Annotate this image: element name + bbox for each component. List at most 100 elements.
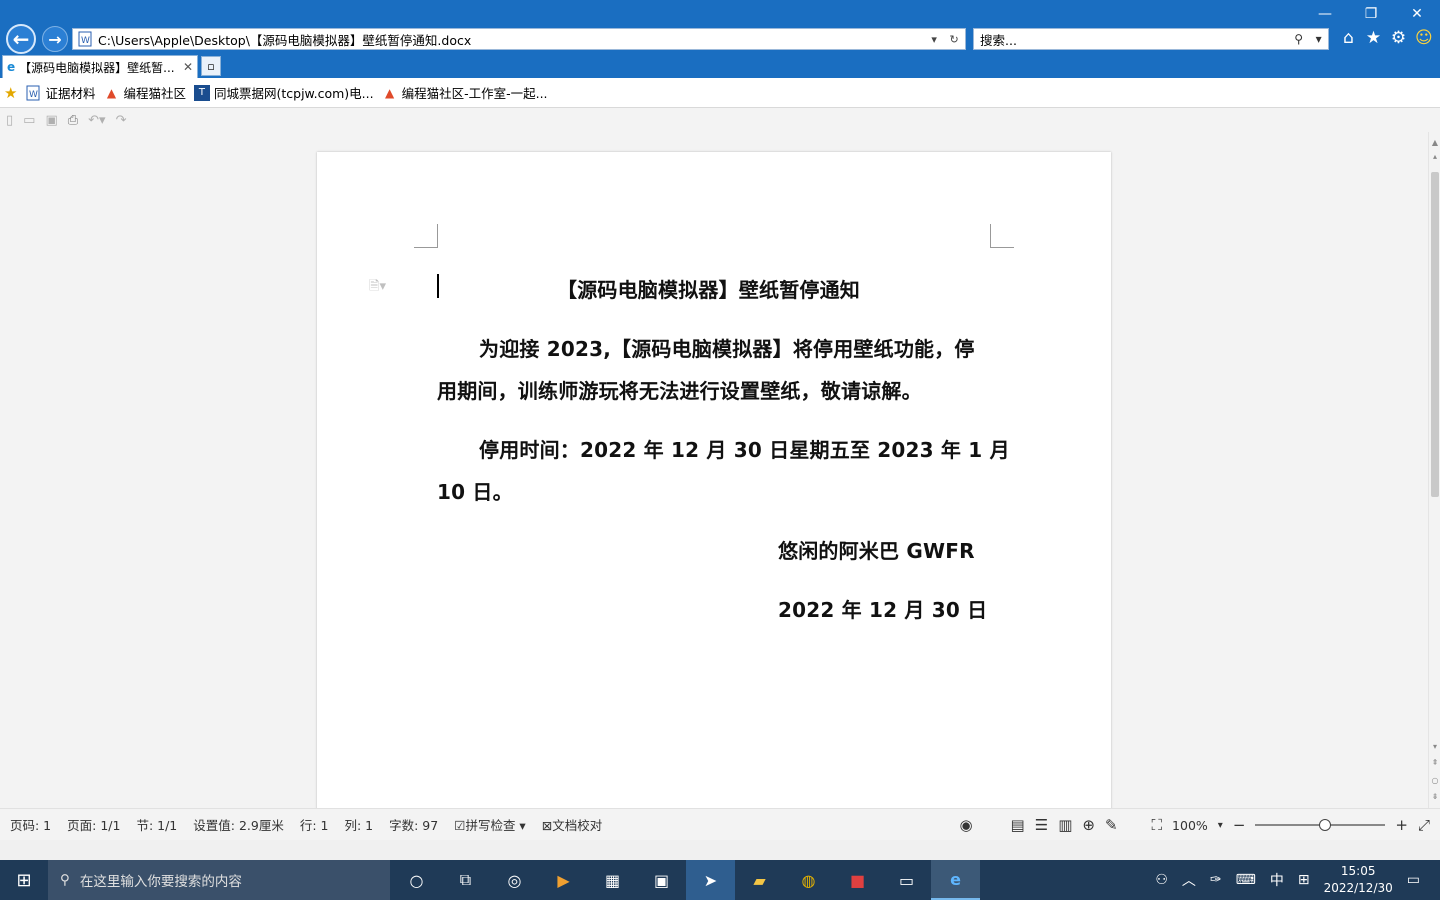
add-favorite-icon[interactable]: ★: [4, 84, 17, 102]
status-row[interactable]: 行: 1: [300, 815, 329, 834]
refresh-icon[interactable]: ↻: [949, 33, 958, 46]
store-icon[interactable]: ▣: [637, 860, 686, 900]
address-bar[interactable]: W C:\Users\Apple\Desktop\【源码电脑模拟器】壁纸暂停通知…: [72, 28, 966, 50]
taskbar: ⊞ ⚲ 在这里输入你要搜索的内容 ○ ⧉ ◎ ▶ ▦ ▣ ➤ ▰ ◍ ■ ▭ e…: [0, 860, 1440, 900]
favorites-bar: ★ W 证据材料 ▲ 编程猫社区 T 同城票据网(tcpjw.com)电... …: [0, 78, 1440, 108]
ie-icon: e: [7, 60, 16, 74]
status-pages[interactable]: 页面: 1/1: [67, 815, 120, 834]
ime-indicator[interactable]: 中: [1270, 870, 1284, 890]
word-doc-icon: W: [76, 30, 94, 48]
zoom-out-icon[interactable]: −: [1233, 816, 1246, 834]
back-button[interactable]: ←: [6, 24, 36, 54]
window-controls: — ❐ ✕: [1302, 0, 1440, 28]
document-title: 【源码电脑模拟器】壁纸暂停通知: [557, 278, 860, 302]
task-view-icon[interactable]: ⧉: [441, 860, 490, 900]
zoom-slider[interactable]: [1255, 819, 1386, 831]
app-blue-icon[interactable]: ➤: [686, 860, 735, 900]
address-text[interactable]: C:\Users\Apple\Desktop\【源码电脑模拟器】壁纸暂停通知.d…: [98, 30, 925, 49]
reading-view-icon[interactable]: ▥: [1058, 816, 1072, 834]
new-tab-button[interactable]: ▫: [201, 56, 221, 76]
next-page-icon[interactable]: ⇟: [1429, 792, 1440, 801]
select-browse-icon[interactable]: ○: [1429, 776, 1440, 785]
close-button[interactable]: ✕: [1394, 0, 1440, 28]
spell-check-button[interactable]: ☑拼写检查 ▾: [454, 815, 525, 834]
restore-button[interactable]: ❐: [1348, 0, 1394, 28]
ie-taskbar-icon[interactable]: e: [931, 860, 980, 900]
taskbar-search-input[interactable]: 在这里输入你要搜索的内容: [80, 870, 242, 890]
search-box[interactable]: 搜索... ⚲ ▾: [973, 28, 1329, 50]
notification-icon[interactable]: ▭: [1407, 872, 1420, 888]
tcpjw-icon: T: [193, 84, 210, 101]
scroll-down-icon[interactable]: ▾: [1429, 742, 1440, 751]
pen-icon[interactable]: ✎: [1105, 816, 1118, 834]
minimize-button[interactable]: —: [1302, 0, 1348, 28]
scroll-up-icon[interactable]: ▴: [1429, 152, 1440, 161]
paragraph-tag-icon[interactable]: 🗎▾: [369, 277, 386, 299]
status-setting[interactable]: 设置值: 2.9厘米: [193, 815, 284, 834]
people-icon[interactable]: ⚇: [1155, 872, 1168, 888]
fit-page-icon[interactable]: ⛶: [1152, 816, 1163, 834]
home-icon[interactable]: ⌂: [1340, 28, 1357, 48]
eye-protection-icon[interactable]: ◉: [959, 816, 972, 834]
app-recorder-icon[interactable]: ■: [833, 860, 882, 900]
window-bottom-gap: [0, 840, 1440, 860]
file-explorer-icon[interactable]: ▰: [735, 860, 784, 900]
ime-mode-icon[interactable]: ⊞: [1298, 872, 1310, 888]
document-page[interactable]: 🗎▾ 【源码电脑模拟器】壁纸暂停通知 为迎接 2023,【源码电脑模拟器】将停用…: [317, 152, 1111, 808]
forward-button[interactable]: →: [42, 26, 68, 52]
app-disc-icon[interactable]: ◎: [490, 860, 539, 900]
favorite-item[interactable]: ▲ 编程猫社区-工作室-一起...: [382, 83, 548, 102]
redo-icon[interactable]: ↷: [116, 113, 127, 128]
document-canvas[interactable]: 🗎▾ 【源码电脑模拟器】壁纸暂停通知 为迎接 2023,【源码电脑模拟器】将停用…: [0, 132, 1428, 808]
zoom-dropdown-icon[interactable]: ▾: [1218, 820, 1223, 831]
search-icon[interactable]: ⚲: [1294, 32, 1303, 46]
prev-page-icon[interactable]: ⇞: [1429, 758, 1440, 767]
dropdown-icon[interactable]: ▾: [1316, 32, 1322, 46]
codemao-icon: ▲: [106, 85, 117, 100]
show-hidden-icon[interactable]: ︿: [1182, 870, 1196, 890]
status-page-num[interactable]: 页码: 1: [10, 815, 51, 834]
clock[interactable]: 15:05 2022/12/30: [1324, 863, 1393, 897]
keyboard-icon[interactable]: ⌨: [1236, 872, 1256, 888]
favorites-star-icon[interactable]: ★: [1365, 28, 1382, 48]
doc-proof-label: 文档校对: [552, 818, 603, 833]
dropdown-icon[interactable]: ▾: [931, 33, 937, 46]
gear-icon[interactable]: ⚙: [1390, 28, 1407, 48]
app-monitor-icon[interactable]: ▦: [588, 860, 637, 900]
cortana-icon[interactable]: ○: [392, 860, 441, 900]
close-tab-icon[interactable]: ✕: [183, 60, 193, 74]
outline-view-icon[interactable]: ☰: [1035, 816, 1048, 834]
status-section[interactable]: 节: 1/1: [136, 815, 177, 834]
save-icon[interactable]: ▣: [45, 113, 57, 128]
text-cursor: [437, 274, 439, 298]
open-folder-icon[interactable]: ▭: [23, 113, 35, 128]
app-window-icon[interactable]: ▭: [882, 860, 931, 900]
fullscreen-icon[interactable]: ⤢: [1418, 816, 1430, 834]
vertical-scrollbar[interactable]: ▲ ▴ ▾ ⇞ ○ ⇟: [1428, 132, 1440, 808]
tab-document[interactable]: e 【源码电脑模拟器】壁纸暂... ✕: [2, 55, 198, 78]
favorite-item[interactable]: T 同城票据网(tcpjw.com)电...: [193, 83, 374, 102]
scroll-up-icon[interactable]: ▲: [1429, 138, 1440, 147]
scroll-thumb[interactable]: [1431, 172, 1439, 497]
status-col[interactable]: 列: 1: [344, 815, 373, 834]
page-view-icon[interactable]: ▤: [1011, 816, 1025, 834]
web-view-icon[interactable]: ⊕: [1082, 816, 1095, 834]
start-button[interactable]: ⊞: [0, 860, 48, 900]
taskbar-search[interactable]: ⚲ 在这里输入你要搜索的内容: [48, 860, 390, 900]
zoom-slider-knob[interactable]: [1319, 819, 1332, 831]
zoom-level[interactable]: 100%: [1172, 818, 1208, 833]
new-doc-icon[interactable]: ▯: [6, 113, 13, 128]
status-word-count[interactable]: 字数: 97: [389, 815, 438, 834]
app-media-icon[interactable]: ▶: [539, 860, 588, 900]
print-icon[interactable]: ⎙: [68, 113, 78, 128]
pen-tray-icon[interactable]: ✑: [1210, 872, 1222, 888]
search-input[interactable]: 搜索...: [980, 30, 1288, 49]
doc-proof-button[interactable]: ⊠文档校对: [542, 815, 603, 834]
browser-chrome: — ❐ ✕ ← → W C:\Users\Apple\Desktop\【源码电脑…: [0, 0, 1440, 78]
chrome-icon[interactable]: ◍: [784, 860, 833, 900]
feedback-smiley-icon[interactable]: ☺: [1415, 28, 1433, 48]
undo-icon[interactable]: ↶▾: [88, 113, 105, 128]
zoom-in-icon[interactable]: +: [1395, 816, 1408, 834]
favorite-item[interactable]: ▲ 编程猫社区: [103, 83, 186, 102]
favorite-item[interactable]: W 证据材料: [25, 83, 95, 102]
